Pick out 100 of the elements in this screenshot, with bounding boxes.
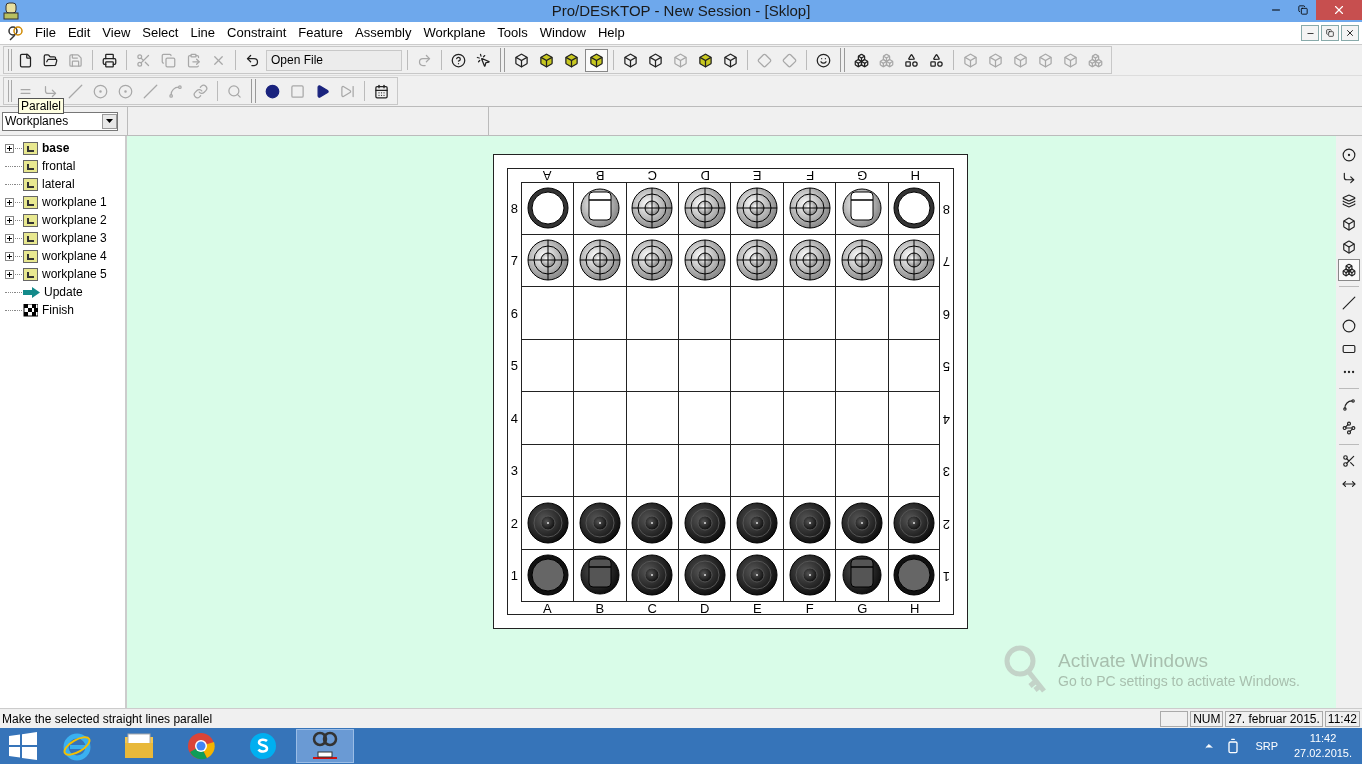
zoom-icon [227, 83, 242, 99]
help-icon [451, 52, 466, 68]
file-label: G [856, 169, 869, 182]
save-icon [68, 52, 83, 68]
clock[interactable]: 11:42 27.02.2015. [1292, 731, 1354, 761]
wrench-logo-icon [7, 25, 25, 41]
checkered-flag-icon [23, 303, 38, 317]
expand-icon[interactable] [5, 197, 14, 207]
open-icon [43, 52, 58, 68]
expand-icon[interactable] [5, 269, 14, 279]
tree-item[interactable]: workplane 1 [0, 193, 125, 211]
tree-item[interactable]: base [0, 139, 125, 157]
menu-item[interactable]: Constraint [221, 23, 293, 43]
workplanes-dropdown[interactable]: Workplanes [2, 111, 118, 131]
expand-icon[interactable] [5, 215, 14, 225]
shape-icon [904, 52, 919, 68]
solid-box-icon [1013, 52, 1028, 68]
rect-icon [1342, 342, 1356, 356]
rank-label: 4 [509, 409, 520, 428]
tree-item[interactable]: workplane 4 [0, 247, 125, 265]
solid-box-icon [988, 52, 1003, 68]
rank-label: 6 [509, 304, 520, 323]
menu-item[interactable]: Select [136, 23, 185, 43]
command-field[interactable]: Open File [266, 49, 402, 71]
menu-item[interactable]: Help [591, 23, 631, 43]
file-label: F [804, 602, 815, 615]
step-icon [340, 83, 355, 99]
taskbar-app[interactable] [296, 729, 354, 763]
expand-icon[interactable] [5, 143, 14, 153]
circle-icon [1342, 319, 1356, 333]
restore-icon [1326, 29, 1334, 37]
expand-icon[interactable] [5, 251, 14, 261]
menu-item[interactable]: File [29, 23, 62, 43]
activation-text: Go to PC settings to activate Windows. [1058, 672, 1300, 690]
file-label: G [856, 602, 869, 615]
boxes-icon [854, 52, 869, 68]
tree-item[interactable]: workplane 5 [0, 265, 125, 283]
expand-icon[interactable] [5, 233, 14, 243]
menu-item[interactable]: Tools [491, 23, 534, 43]
redo-icon [417, 52, 432, 68]
menu-item[interactable]: Edit [61, 23, 97, 43]
solid-box-icon [539, 52, 554, 68]
minimize-button[interactable] [1301, 25, 1319, 41]
status-time: 11:42 [1324, 710, 1360, 727]
restore-button[interactable] [1321, 25, 1339, 41]
undo-icon [245, 52, 260, 68]
solid-box-icon [589, 52, 604, 68]
tree-item[interactable]: Update [0, 283, 125, 301]
status-date: 27. februar 2015. [1225, 710, 1323, 727]
boxes-icon [879, 52, 894, 68]
num-lock-indicator: NUM [1190, 710, 1224, 727]
rank-label: 6 [941, 305, 952, 323]
new-icon [18, 52, 33, 68]
select-corner-icon [1342, 171, 1356, 185]
tree-item[interactable]: frontal [0, 157, 125, 175]
line-icon [1342, 296, 1356, 310]
file-label: E [751, 169, 763, 182]
slash-icon [143, 83, 158, 99]
restore-icon [1297, 5, 1308, 15]
menu-item[interactable]: Window [533, 23, 592, 43]
line-icon [68, 83, 83, 99]
rank-label: 5 [509, 357, 520, 375]
solid-box-icon [1038, 52, 1053, 68]
tree-item[interactable]: workplane 2 [0, 211, 125, 229]
trim-icon [1342, 454, 1356, 468]
wire-box-icon [514, 52, 529, 68]
solid-box-icon [698, 52, 713, 68]
file-label: B [594, 169, 606, 182]
rank-label: 3 [509, 462, 520, 480]
file-label: C [646, 602, 658, 615]
spline-icon [1342, 421, 1356, 435]
workplane-icon [23, 177, 38, 191]
rank-label: 7 [941, 252, 952, 271]
print-icon [102, 52, 117, 68]
tree-item[interactable]: Finish [0, 301, 125, 319]
close-icon [1332, 3, 1346, 17]
skype-icon [249, 732, 277, 760]
dropdown-value: Workplanes [4, 113, 70, 130]
menu-item[interactable]: Feature [292, 23, 350, 43]
close-button[interactable] [1341, 25, 1359, 41]
solid-box-icon [963, 52, 978, 68]
select-circle-icon [1342, 148, 1356, 162]
language-indicator[interactable]: SRP [1251, 737, 1282, 755]
curve-icon [168, 83, 183, 99]
select-box-icon [1342, 240, 1356, 254]
menu-item[interactable]: Workplane [417, 23, 492, 43]
tree-item[interactable]: lateral [0, 175, 125, 193]
menu-item[interactable]: View [96, 23, 137, 43]
solid-box-icon [673, 52, 688, 68]
file-label: A [541, 169, 553, 182]
close-icon [1345, 28, 1355, 38]
menu-item[interactable]: Assembly [349, 23, 418, 43]
menu-item[interactable]: Line [184, 23, 222, 43]
arc-icon [1342, 398, 1356, 412]
tool-button[interactable] [1338, 259, 1360, 281]
status-message: Make the selected straight lines parallel [1, 710, 213, 728]
corner-icon [43, 83, 58, 99]
status-panel [1160, 710, 1189, 727]
tree-item[interactable]: workplane 3 [0, 229, 125, 247]
toolbar-button[interactable] [585, 48, 608, 72]
